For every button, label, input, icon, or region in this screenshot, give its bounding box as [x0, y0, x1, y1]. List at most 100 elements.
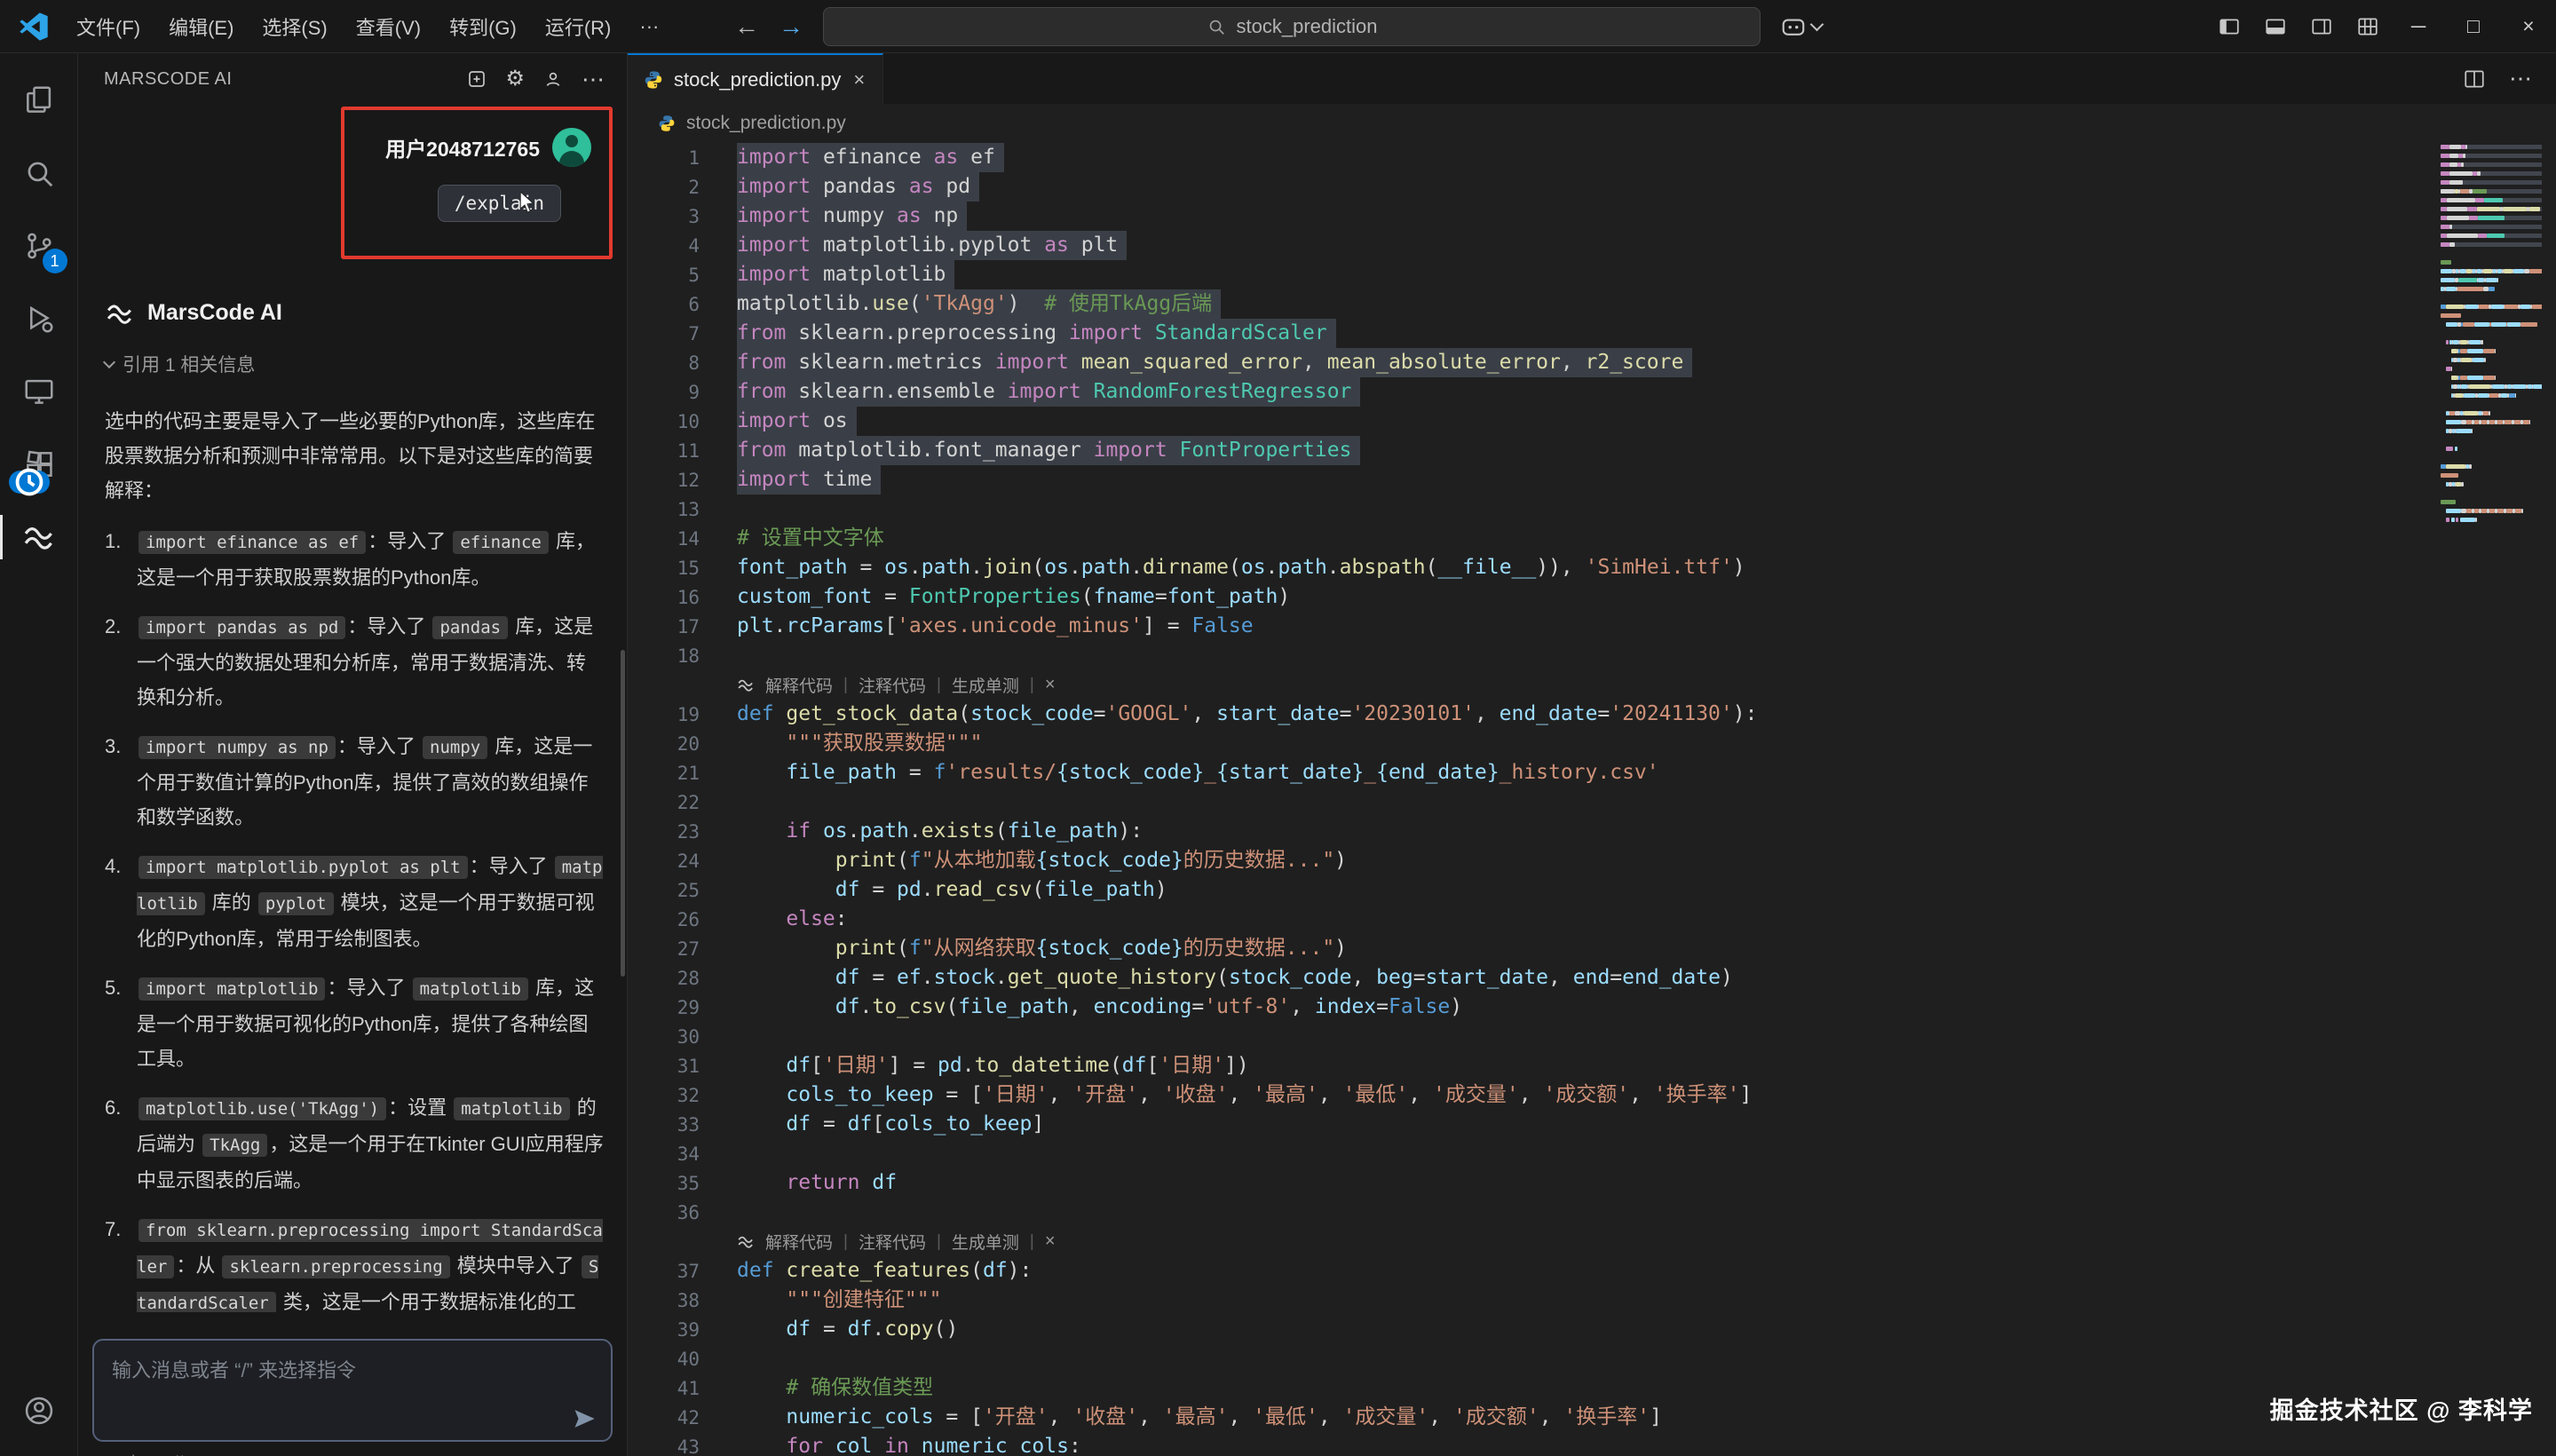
lens-action[interactable]: 解释代码	[765, 673, 833, 697]
code-line[interactable]: 30	[628, 1022, 2556, 1051]
menu-item[interactable]: 编辑(E)	[154, 6, 248, 47]
menu-item[interactable]: 选择(S)	[248, 6, 341, 47]
code-line-content[interactable]: return df	[737, 1168, 897, 1198]
code-line-content[interactable]: from sklearn.metrics import mean_squared…	[737, 348, 1692, 377]
code-line-content[interactable]: df.to_csv(file_path, encoding='utf-8', i…	[737, 993, 1462, 1022]
code-line[interactable]: 38 """创建特征"""	[628, 1286, 2556, 1315]
toggle-secondary-sidebar-button[interactable]	[2299, 0, 2345, 53]
code-line[interactable]: 2import pandas as pd	[628, 172, 2556, 202]
code-line[interactable]: 8from sklearn.metrics import mean_square…	[628, 348, 2556, 377]
code-line[interactable]: 31 df['日期'] = pd.to_datetime(df['日期'])	[628, 1051, 2556, 1080]
code-line[interactable]: 23 if os.path.exists(file_path):	[628, 817, 2556, 846]
editor-more-actions-icon[interactable]: ⋯	[2509, 74, 2533, 83]
code-line[interactable]: 37def create_features(df):	[628, 1256, 2556, 1286]
minimap[interactable]	[2441, 145, 2542, 526]
split-editor-button[interactable]	[2463, 67, 2486, 91]
menu-item[interactable]: ···	[625, 9, 673, 44]
toggle-panel-button[interactable]	[2252, 0, 2299, 53]
code-line[interactable]: 39 df = df.copy()	[628, 1315, 2556, 1344]
lens-action[interactable]: 生成单测	[952, 1230, 1019, 1254]
code-line-content[interactable]: numeric_cols = ['开盘', '收盘', '最高', '最低', …	[737, 1403, 1662, 1432]
new-chat-button[interactable]	[466, 68, 487, 90]
code-line[interactable]: 40	[628, 1344, 2556, 1373]
code-line-content[interactable]: file_path = f'results/{stock_code}_{star…	[737, 758, 1659, 787]
sidebar-scrollbar[interactable]	[621, 650, 625, 977]
chat-input-box[interactable]: 输入消息或者 “/” 来选择指令	[92, 1339, 613, 1442]
code-line-content[interactable]: else:	[737, 905, 848, 934]
tab-close-icon[interactable]: ×	[851, 68, 867, 91]
code-line[interactable]: 34	[628, 1139, 2556, 1168]
code-line-content[interactable]: import efinance as ef	[737, 143, 1004, 172]
menu-item[interactable]: 文件(F)	[62, 6, 154, 47]
tab-stock-prediction[interactable]: stock_prediction.py ×	[628, 53, 883, 104]
user-badge[interactable]: 用户2048712765	[385, 128, 591, 167]
activity-source-control[interactable]: 1	[0, 210, 78, 282]
code-line[interactable]: 19def get_stock_data(stock_code='GOOGL',…	[628, 700, 2556, 729]
code-line-content[interactable]: df = df[cols_to_keep]	[737, 1110, 1044, 1139]
code-line-content[interactable]: from matplotlib.font_manager import Font…	[737, 436, 1360, 465]
code-line-content[interactable]: # 设置中文字体	[737, 524, 884, 553]
lens-action[interactable]: 解释代码	[765, 1230, 833, 1254]
code-line[interactable]: 25 df = pd.read_csv(file_path)	[628, 875, 2556, 905]
code-line[interactable]: 1import efinance as ef	[628, 143, 2556, 172]
assistant-menu[interactable]	[1780, 13, 1822, 40]
user-avatar[interactable]	[552, 128, 591, 167]
maximize-button[interactable]: □	[2446, 0, 2501, 53]
code-line-content[interactable]: for col in numeric_cols:	[737, 1432, 1081, 1456]
activity-search[interactable]	[0, 137, 78, 210]
code-line[interactable]: 3import numpy as np	[628, 202, 2556, 231]
code-line[interactable]: 10import os	[628, 407, 2556, 436]
more-actions-icon[interactable]: ⋯	[582, 75, 605, 83]
code-line[interactable]: 36	[628, 1198, 2556, 1227]
minimize-button[interactable]: ─	[2391, 0, 2446, 53]
code-editor[interactable]: 1import efinance as ef2import pandas as …	[628, 143, 2556, 1456]
activity-remote-explorer[interactable]	[0, 355, 78, 428]
code-line-content[interactable]: plt.rcParams['axes.unicode_minus'] = Fal…	[737, 612, 1254, 641]
code-line[interactable]: 6matplotlib.use('TkAgg') # 使用TkAgg后端	[628, 289, 2556, 319]
back-icon[interactable]: ←	[734, 12, 759, 41]
code-line-content[interactable]: def get_stock_data(stock_code='GOOGL', s…	[737, 700, 1757, 729]
lens-action[interactable]: 注释代码	[859, 1230, 926, 1254]
code-line-content[interactable]: import matplotlib.pyplot as plt	[737, 231, 1127, 260]
toggle-primary-sidebar-button[interactable]	[2206, 0, 2252, 53]
forward-icon[interactable]: →	[779, 12, 803, 41]
code-line[interactable]: 13	[628, 495, 2556, 524]
code-line-content[interactable]: """获取股票数据"""	[737, 729, 982, 758]
code-line[interactable]: 12import time	[628, 465, 2556, 495]
code-line-content[interactable]: def create_features(df):	[737, 1256, 1032, 1286]
code-line-content[interactable]: import time	[737, 465, 881, 495]
code-line[interactable]: 33 df = df[cols_to_keep]	[628, 1110, 2556, 1139]
code-line-content[interactable]: font_path = os.path.join(os.path.dirname…	[737, 553, 1745, 582]
lens-close-icon[interactable]: ×	[1045, 1231, 1056, 1252]
code-line[interactable]: 15font_path = os.path.join(os.path.dirna…	[628, 553, 2556, 582]
code-line[interactable]: 41 # 确保数值类型	[628, 1373, 2556, 1403]
code-line[interactable]: 9from sklearn.ensemble import RandomFore…	[628, 377, 2556, 407]
profile-button[interactable]	[542, 68, 564, 90]
code-line[interactable]: 21 file_path = f'results/{stock_code}_{s…	[628, 758, 2556, 787]
activity-explorer[interactable]	[0, 64, 78, 137]
code-line[interactable]: 16custom_font = FontProperties(fname=fon…	[628, 582, 2556, 612]
code-line-content[interactable]: from sklearn.ensemble import RandomFores…	[737, 377, 1360, 407]
code-line-content[interactable]: custom_font = FontProperties(fname=font_…	[737, 582, 1290, 612]
code-line-content[interactable]: df = pd.read_csv(file_path)	[737, 875, 1167, 905]
activity-marscode-ai[interactable]	[0, 501, 78, 574]
code-line[interactable]: 18	[628, 641, 2556, 670]
code-line[interactable]: 7from sklearn.preprocessing import Stand…	[628, 319, 2556, 348]
code-line[interactable]: 24 print(f"从本地加载{stock_code}的历史数据...")	[628, 846, 2556, 875]
activity-run-debug[interactable]	[0, 282, 78, 355]
code-line[interactable]: 35 return df	[628, 1168, 2556, 1198]
lens-action[interactable]: 生成单测	[952, 673, 1019, 697]
code-line[interactable]: 4import matplotlib.pyplot as plt	[628, 231, 2556, 260]
code-line[interactable]: 29 df.to_csv(file_path, encoding='utf-8'…	[628, 993, 2556, 1022]
code-line-content[interactable]: if os.path.exists(file_path):	[737, 817, 1143, 846]
explain-command-chip[interactable]: /explain	[438, 185, 561, 222]
reference-toggle[interactable]: 引用 1 相关信息	[105, 351, 604, 377]
menu-item[interactable]: 转到(G)	[435, 6, 531, 47]
code-line-content[interactable]: import numpy as np	[737, 202, 967, 231]
send-icon[interactable]	[572, 1406, 597, 1431]
code-line[interactable]: 17plt.rcParams['axes.unicode_minus'] = F…	[628, 612, 2556, 641]
menu-item[interactable]: 查看(V)	[342, 6, 435, 47]
lens-close-icon[interactable]: ×	[1045, 675, 1056, 695]
code-line-content[interactable]: import pandas as pd	[737, 172, 979, 202]
code-line-content[interactable]: """创建特征"""	[737, 1286, 941, 1315]
